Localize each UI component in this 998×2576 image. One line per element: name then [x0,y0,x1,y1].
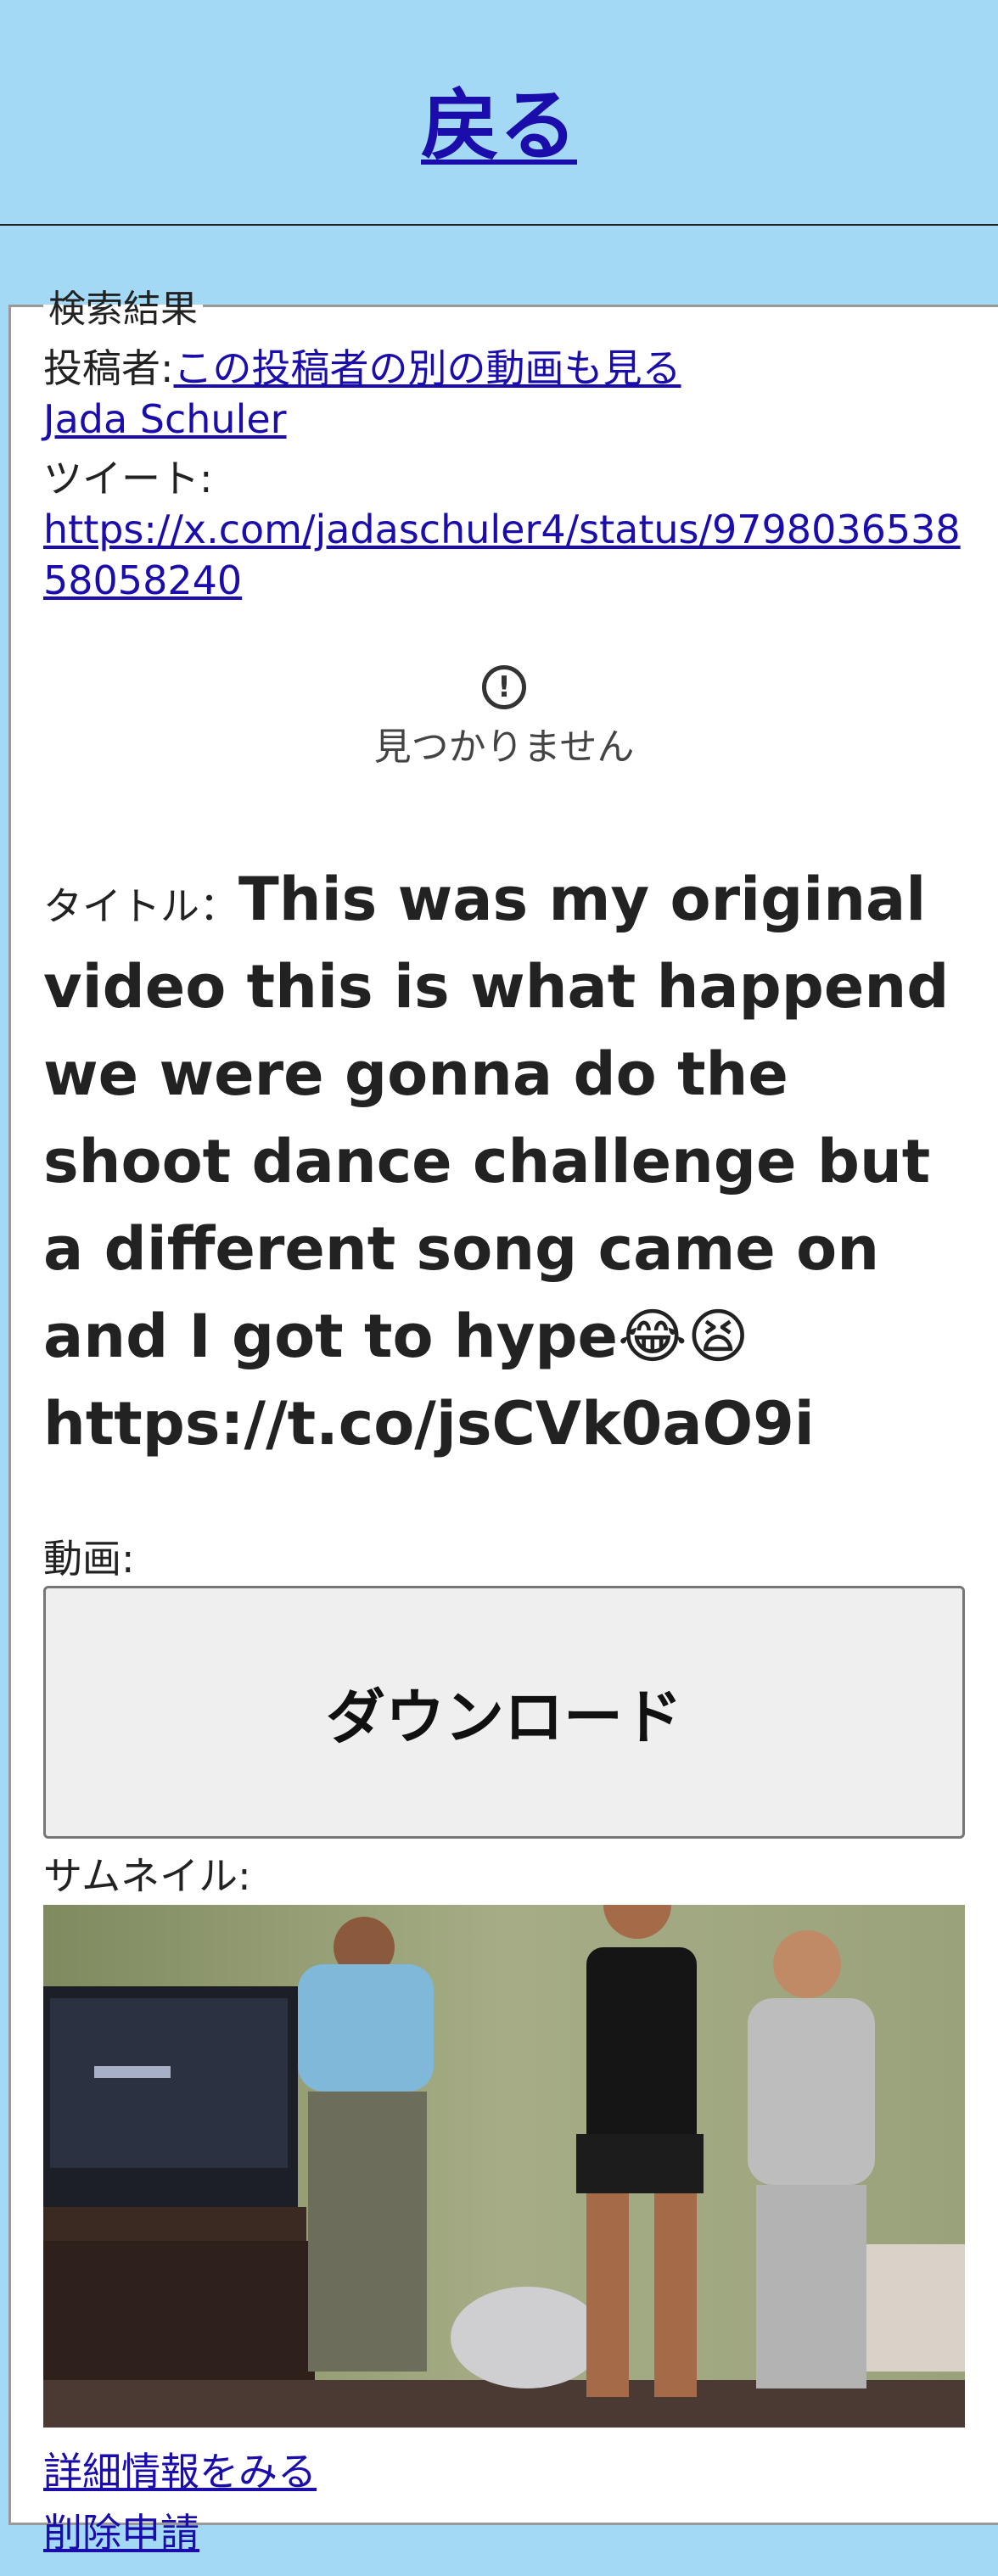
embed-not-found: ! 見つかりません [43,665,965,803]
back-link[interactable]: 戻る [421,81,577,171]
video-thumbnail[interactable] [43,1905,965,2428]
results-legend: 検索結果 [48,288,198,331]
embed-status-text: 見つかりません [373,725,635,769]
other-videos-link[interactable]: この投稿者の別の動画も見る [174,345,681,391]
tweet-label: ツイート: [43,456,213,501]
tweet-url-link[interactable]: https://x.com/jadaschuler4/status/979803… [43,504,965,606]
footer-links: 詳細情報をみる 削除申請 [43,2441,965,2563]
thumbnail-label: サムネイル: [43,1853,251,1899]
title-label: タイトル： [43,883,238,929]
header-bar: 戻る [0,0,998,226]
download-button[interactable]: ダウンロード [43,1586,965,1839]
alert-circle-icon: ! [482,665,526,709]
tweet-title: This was my original video this is what … [43,865,950,1459]
video-label: 動画: [43,1536,135,1582]
poster-name-link[interactable]: Jada Schuler [43,396,287,442]
poster-label: 投稿者: [43,345,174,391]
poster-row: 投稿者:この投稿者の別の動画も見る Jada Schuler [43,343,965,445]
search-results-panel: 検索結果 投稿者:この投稿者の別の動画も見る Jada Schuler ツイート… [8,278,998,2556]
title-block: タイトル：This was my original video this is … [43,864,965,1476]
details-link[interactable]: 詳細情報をみる [43,2449,317,2495]
delete-request-link[interactable]: 削除申請 [43,2510,199,2556]
tweet-row: ツイート: https://x.com/jadaschuler4/status/… [43,453,965,606]
